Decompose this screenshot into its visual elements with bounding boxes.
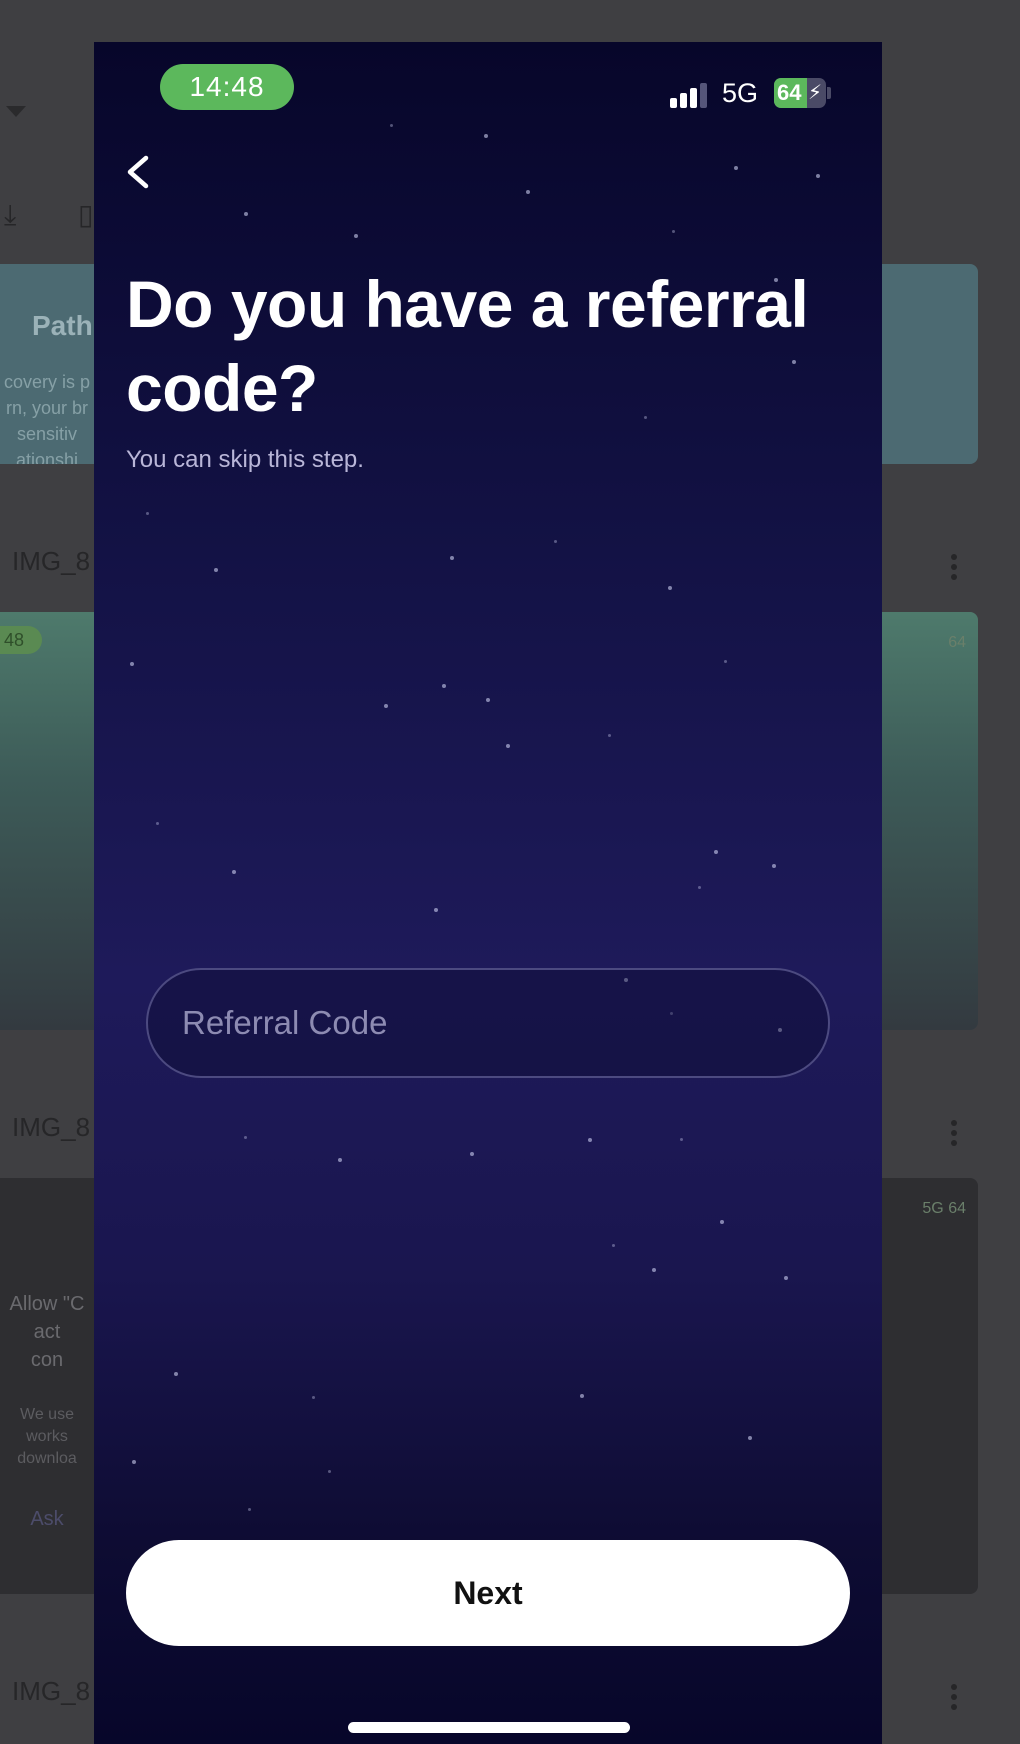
background-card-line: rn, your br [5, 398, 89, 418]
star-dot [668, 586, 672, 590]
star-dot [442, 684, 446, 688]
star-dot [244, 1136, 247, 1139]
signal-strength-icon [670, 82, 712, 108]
background-card-line: covery is p [3, 372, 91, 392]
star-dot [526, 190, 530, 194]
star-dot [338, 1158, 342, 1162]
background-dialog-small-line: works [26, 1428, 68, 1445]
star-dot [506, 744, 510, 748]
star-dot [384, 704, 388, 708]
star-dot [612, 1244, 615, 1247]
background-dialog-line: Allow "C [9, 1293, 85, 1315]
background-card-line: ationshi [15, 450, 79, 464]
background-dialog-button: Ask [30, 1508, 64, 1530]
more-options-icon [950, 1680, 958, 1714]
background-badge: 5G 64 [922, 1200, 966, 1217]
signal-bar [670, 98, 677, 108]
battery-percent: 64 [777, 80, 802, 105]
signal-bar [680, 93, 687, 108]
signal-bar [690, 88, 697, 108]
star-dot [580, 1394, 584, 1398]
star-dot [588, 1138, 592, 1142]
star-dot [174, 1372, 178, 1376]
star-dot [486, 698, 490, 702]
star-dot [156, 822, 159, 825]
star-dot [130, 662, 134, 666]
star-dot [554, 540, 557, 543]
star-dot [248, 1508, 251, 1511]
star-dot [748, 1436, 752, 1440]
next-button[interactable]: Next [126, 1540, 850, 1646]
star-dot [734, 166, 738, 170]
status-time: 14:48 [160, 64, 294, 110]
star-dot [772, 864, 776, 868]
star-dot [698, 886, 701, 889]
star-dot [312, 1396, 315, 1399]
star-dot [244, 212, 248, 216]
background-time-pill: 48 [0, 626, 42, 654]
more-options-icon [950, 1116, 958, 1150]
star-dot [434, 908, 438, 912]
star-dot [672, 230, 675, 233]
star-dot [720, 1220, 724, 1224]
background-dialog-small-line: We use [20, 1406, 74, 1423]
star-dot [724, 660, 727, 663]
list-item-label: IMG_8 [12, 546, 91, 576]
status-bar: 14:48 5G 64 ⚡ [94, 42, 882, 132]
star-dot [232, 870, 236, 874]
page-subtitle: You can skip this step. [126, 446, 364, 473]
background-card-title: Path [32, 310, 93, 341]
star-dot [784, 1276, 788, 1280]
star-dot [354, 234, 358, 238]
background-dialog-line: con [30, 1349, 64, 1371]
signal-bar [700, 83, 707, 108]
star-dot [608, 734, 611, 737]
star-dot [470, 1152, 474, 1156]
star-dot [816, 174, 820, 178]
background-badge: 64 [948, 634, 966, 651]
background-card-line: sensitiv [16, 424, 78, 444]
network-type: 5G [722, 78, 759, 108]
home-indicator [348, 1722, 630, 1733]
star-dot [214, 568, 218, 572]
more-options-icon [950, 550, 958, 584]
star-dot [146, 512, 149, 515]
chevron-left-icon [127, 155, 149, 189]
star-dot [652, 1268, 656, 1272]
charging-bolt-icon: ⚡ [807, 82, 822, 104]
back-button[interactable] [116, 142, 164, 202]
battery-icon: 64 ⚡ [774, 78, 826, 108]
battery-cap [827, 87, 831, 99]
list-item-label: IMG_8 [12, 1112, 91, 1142]
background-dialog-small-line: downloa [17, 1450, 77, 1467]
dropdown-caret-icon [6, 106, 26, 117]
list-item-label: IMG_8 [12, 1676, 91, 1706]
star-dot [132, 1460, 136, 1464]
background-dialog-line: act [33, 1321, 61, 1343]
folder-icon: ▯ [78, 199, 94, 230]
star-dot [714, 850, 718, 854]
referral-code-input[interactable] [146, 968, 830, 1078]
star-dot [328, 1470, 331, 1473]
page-title: Do you have a referral code? [126, 267, 809, 425]
referral-code-screen: 14:48 5G 64 ⚡ Do you have a referral cod… [94, 42, 882, 1744]
download-icon: ⤓ [4, 199, 17, 230]
star-dot [484, 134, 488, 138]
star-dot [680, 1138, 683, 1141]
background-toolbar: ⤓ ▯ [0, 198, 94, 232]
star-dot [450, 556, 454, 560]
